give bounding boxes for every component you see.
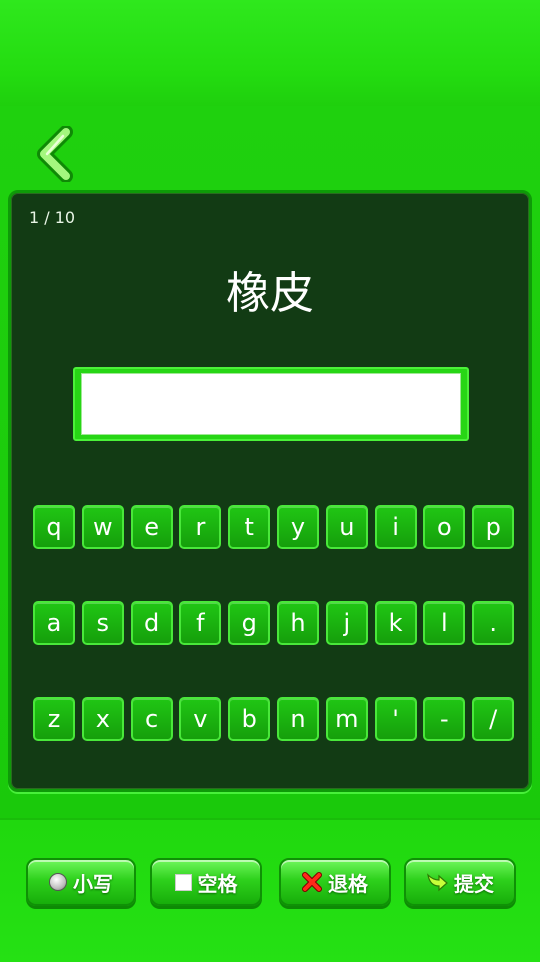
space-button[interactable]: 空格 <box>150 858 262 906</box>
key-button[interactable]: j <box>325 601 368 645</box>
key-button[interactable]: x <box>81 697 124 741</box>
key-button[interactable]: y <box>277 505 319 549</box>
key-button[interactable]: f <box>179 601 222 645</box>
back-chevron-icon <box>37 125 73 183</box>
back-button[interactable] <box>36 125 76 183</box>
radio-icon <box>49 873 67 891</box>
answer-frame <box>73 367 469 441</box>
key-button[interactable]: p <box>472 505 515 549</box>
key-button[interactable]: r <box>179 505 222 549</box>
question-counter: 1 / 10 <box>29 208 76 227</box>
key-button[interactable]: h <box>277 601 319 645</box>
key-button[interactable]: . <box>472 601 515 645</box>
key-button[interactable]: b <box>228 697 271 741</box>
lowercase-button[interactable]: 小写 <box>26 858 136 906</box>
key-button[interactable]: s <box>81 601 124 645</box>
quiz-board: 1 / 10 橡皮 q w e r t y u i o p a s d f g h j k l. z x c v b n m ' - / <box>8 190 532 792</box>
key-button[interactable]: - <box>423 697 466 741</box>
key-button[interactable]: a <box>33 601 75 645</box>
red-x-icon <box>302 872 322 892</box>
key-button[interactable]: k <box>374 601 417 645</box>
space-label: 空格 <box>197 871 238 896</box>
key-button[interactable]: m <box>325 697 368 741</box>
answer-input[interactable] <box>81 373 461 435</box>
key-button[interactable]: o <box>423 505 466 549</box>
question-word: 橡皮 <box>226 268 314 319</box>
key-button[interactable]: ' <box>374 697 417 741</box>
key-button[interactable]: t <box>228 505 271 549</box>
lowercase-label: 小写 <box>73 871 113 896</box>
top-band <box>0 0 540 108</box>
key-button[interactable]: u <box>325 505 368 549</box>
key-button[interactable]: l <box>423 601 466 645</box>
square-icon <box>174 873 192 891</box>
backspace-button[interactable]: 退格 <box>279 858 391 906</box>
key-button[interactable]: z <box>33 697 75 741</box>
key-button[interactable]: v <box>179 697 222 741</box>
key-button[interactable]: d <box>130 601 173 645</box>
submit-button[interactable]: 提交 <box>404 858 516 906</box>
key-button[interactable]: / <box>472 697 515 741</box>
key-button[interactable]: n <box>277 697 319 741</box>
submit-label: 提交 <box>454 871 494 896</box>
key-button[interactable]: w <box>81 505 124 549</box>
key-button[interactable]: g <box>228 601 271 645</box>
key-button[interactable]: e <box>130 505 173 549</box>
green-arrow-icon <box>426 872 448 892</box>
backspace-label: 退格 <box>328 871 368 896</box>
key-button[interactable]: i <box>374 505 417 549</box>
key-button[interactable]: c <box>130 697 173 741</box>
key-button[interactable]: q <box>33 505 75 549</box>
